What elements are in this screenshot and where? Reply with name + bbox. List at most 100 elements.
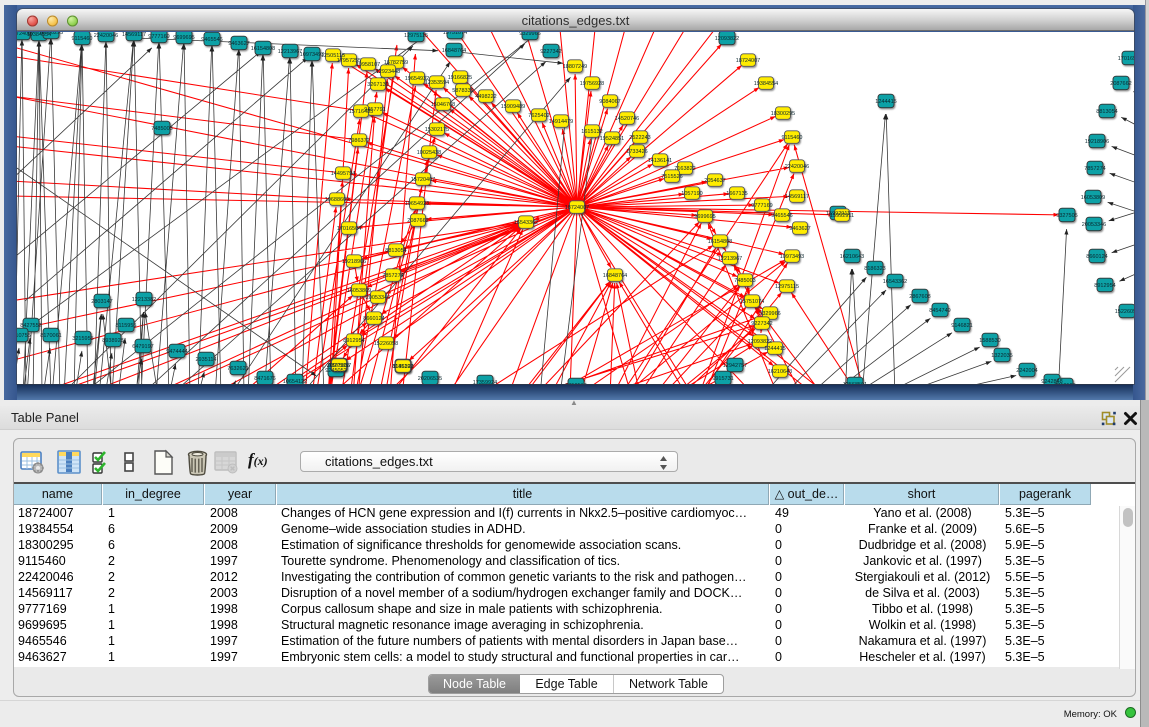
svg-text:9227342: 9227342 (540, 49, 561, 55)
svg-text:1733426: 1733426 (626, 149, 647, 155)
svg-text:1244415: 1244415 (875, 99, 896, 105)
svg-text:16848764: 16848764 (603, 273, 627, 279)
svg-text:17016504: 17016504 (337, 226, 361, 232)
svg-text:9146821: 9146821 (951, 323, 972, 329)
svg-text:8427552: 8427552 (20, 323, 41, 329)
svg-text:1322035: 1322035 (991, 353, 1012, 359)
svg-text:15751074: 15751074 (740, 299, 764, 305)
svg-text:16543362: 16543362 (883, 279, 907, 285)
svg-text:7857274: 7857274 (1084, 166, 1105, 172)
svg-text:8660124: 8660124 (363, 316, 384, 322)
svg-text:9777169: 9777169 (751, 203, 772, 209)
svg-text:2867608: 2867608 (909, 294, 930, 300)
svg-text:2935114: 2935114 (195, 357, 216, 363)
svg-text:15226058: 15226058 (1115, 309, 1134, 315)
svg-text:18724007: 18724007 (565, 205, 589, 211)
svg-text:12942757: 12942757 (723, 363, 747, 369)
svg-text:1667135: 1667135 (726, 191, 747, 197)
svg-text:2087662: 2087662 (1110, 81, 1131, 87)
svg-text:8350513: 8350513 (565, 383, 586, 384)
svg-text:12213967: 12213967 (278, 49, 302, 55)
svg-text:8454749: 8454749 (929, 308, 950, 314)
svg-text:12353594: 12353594 (425, 80, 449, 86)
svg-text:7163822: 7163822 (674, 166, 695, 172)
svg-text:7515526: 7515526 (661, 174, 682, 180)
svg-text:9084067: 9084067 (599, 99, 620, 105)
svg-text:12093822: 12093822 (715, 36, 739, 42)
svg-text:15909489: 15909489 (501, 104, 525, 110)
svg-text:9115460: 9115460 (781, 135, 802, 141)
svg-text:9327505: 9327505 (1056, 213, 1077, 219)
svg-text:16848764: 16848764 (442, 48, 466, 54)
svg-text:9463627: 9463627 (789, 226, 810, 232)
svg-text:4498222: 4498222 (475, 94, 496, 100)
svg-text:15751074: 15751074 (443, 32, 467, 36)
svg-text:20053346: 20053346 (1082, 222, 1106, 228)
svg-text:19166825: 19166825 (448, 75, 472, 81)
svg-text:9915731: 9915731 (712, 376, 733, 382)
svg-text:1588530: 1588530 (979, 338, 1000, 344)
svg-text:9329966: 9329966 (759, 311, 780, 317)
svg-text:19756928: 19756928 (580, 81, 604, 87)
svg-text:1615132: 1615132 (581, 129, 602, 135)
svg-text:9777169: 9777169 (148, 34, 169, 40)
svg-text:15716485: 15716485 (349, 109, 373, 115)
svg-text:12093822: 12093822 (748, 339, 772, 345)
svg-text:3267130: 3267130 (367, 82, 388, 88)
svg-text:9329966: 9329966 (519, 32, 540, 37)
svg-text:9327505: 9327505 (328, 363, 349, 369)
svg-text:16053809: 16053809 (1081, 195, 1105, 201)
svg-text:20206535: 20206535 (418, 376, 442, 382)
svg-text:12923448: 12923448 (376, 69, 400, 75)
svg-text:16782759: 16782759 (384, 60, 408, 66)
svg-text:7632621: 7632621 (227, 366, 248, 372)
svg-text:7625402: 7625402 (528, 113, 549, 119)
svg-text:9699695: 9699695 (694, 214, 715, 220)
svg-text:14569117: 14569117 (122, 32, 146, 38)
svg-text:7857274: 7857274 (382, 273, 403, 279)
svg-text:19218906: 19218906 (342, 259, 366, 265)
svg-text:2718120: 2718120 (1054, 383, 1075, 384)
svg-text:10973493: 10973493 (780, 254, 804, 260)
svg-text:19218906: 19218906 (1085, 139, 1109, 145)
svg-text:14495794: 14495794 (331, 171, 355, 177)
svg-text:16543362: 16543362 (514, 220, 538, 226)
svg-text:7485003: 7485003 (151, 126, 172, 132)
svg-text:8912954: 8912954 (1094, 283, 1115, 289)
svg-text:3215955: 3215955 (72, 336, 93, 342)
svg-text:7485003: 7485003 (734, 278, 755, 284)
svg-text:9474444: 9474444 (166, 349, 187, 355)
svg-text:8186323: 8186323 (864, 266, 885, 272)
svg-text:22420046: 22420046 (785, 164, 809, 170)
svg-text:12213382: 12213382 (132, 297, 156, 303)
svg-text:9465546: 9465546 (201, 37, 222, 43)
svg-text:2242004: 2242004 (1016, 368, 1037, 374)
svg-text:8115955: 8115955 (115, 323, 136, 329)
svg-text:8912954: 8912954 (343, 338, 364, 344)
svg-text:18807249: 18807249 (563, 64, 587, 70)
svg-text:8813054: 8813054 (1096, 109, 1117, 115)
svg-text:18300295: 18300295 (771, 111, 795, 117)
svg-text:14520746: 14520746 (615, 116, 639, 122)
svg-text:2803147: 2803147 (91, 299, 112, 305)
svg-text:12568591: 12568591 (843, 382, 867, 384)
svg-text:8660124: 8660124 (1086, 254, 1107, 260)
svg-text:9610755: 9610755 (17, 333, 31, 339)
svg-text:14136141: 14136141 (648, 158, 672, 164)
svg-text:9115460: 9115460 (71, 36, 92, 42)
svg-text:15226058: 15226058 (374, 341, 398, 347)
svg-text:2087662: 2087662 (407, 218, 428, 224)
svg-text:9465546: 9465546 (771, 213, 792, 219)
svg-text:12213967: 12213967 (718, 256, 742, 262)
svg-text:19384554: 19384554 (754, 81, 778, 87)
svg-text:2054637: 2054637 (704, 178, 725, 184)
svg-text:9463627: 9463627 (228, 41, 249, 47)
svg-text:10025438: 10025438 (417, 150, 441, 156)
svg-text:15992911: 15992911 (830, 213, 854, 219)
svg-text:8471676: 8471676 (254, 376, 275, 382)
svg-text:18724007: 18724007 (736, 58, 760, 64)
svg-text:1244415: 1244415 (764, 346, 785, 352)
svg-text:15046768: 15046768 (431, 102, 455, 108)
svg-text:6479197: 6479197 (132, 344, 153, 350)
svg-text:16154808: 16154808 (708, 239, 732, 245)
